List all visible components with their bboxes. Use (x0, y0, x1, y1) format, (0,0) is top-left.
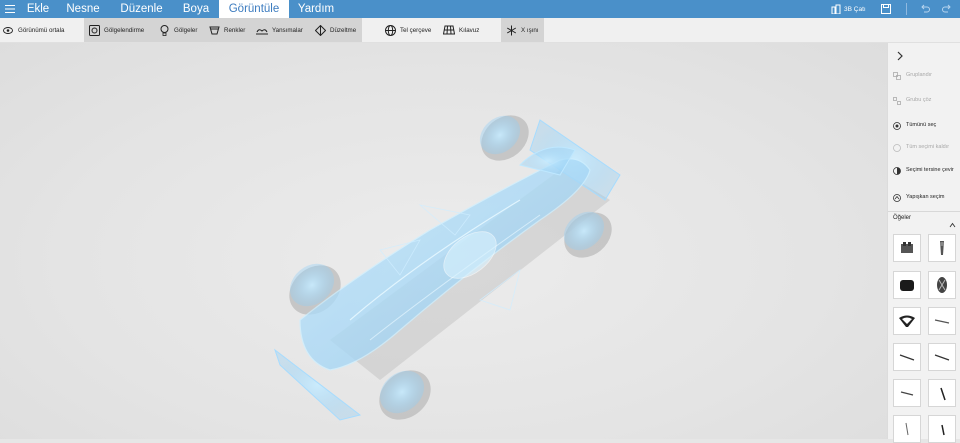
menu-boya[interactable]: Boya (175, 0, 217, 18)
object-thumbnail[interactable] (928, 271, 956, 299)
sticky-selection-button[interactable]: Yapışkan seçim (893, 194, 944, 202)
panel-divider (888, 211, 960, 212)
mode-label: 3B Çatı (844, 5, 866, 13)
shading-icon (88, 24, 100, 36)
colors-button[interactable]: Renkler (208, 18, 245, 42)
shadows-label: Gölgeler (174, 26, 198, 34)
xray-label: X ışını (521, 26, 539, 34)
invert-selection-icon (893, 167, 901, 175)
object-thumbnail[interactable] (893, 343, 921, 371)
chevron-right-icon[interactable] (896, 48, 904, 66)
smoothing-icon (314, 24, 326, 36)
grid-icon (443, 24, 455, 36)
ungroup-button[interactable]: Grubu çöz (893, 97, 931, 105)
center-view-button[interactable]: Görünümü ortala (2, 18, 64, 42)
divider-icon (906, 3, 908, 15)
object-thumbnail[interactable] (893, 271, 921, 299)
deselect-all-label: Tüm seçimi kaldır (906, 144, 950, 150)
eye-icon (2, 24, 14, 36)
lightbulb-icon (158, 24, 170, 36)
select-all-icon (893, 122, 901, 130)
group-label: Gruplandır (906, 72, 932, 78)
xray-group: X ışını (501, 18, 544, 42)
shadows-button[interactable]: Gölgeler (158, 18, 197, 42)
view-toolbar: Görünümü ortala Gölgelendirme Gölgeler R… (0, 18, 960, 43)
group-icon (893, 72, 901, 80)
menu-duzenle[interactable]: Düzenle (114, 0, 169, 18)
smoothing-button[interactable]: Düzeltme (314, 18, 356, 42)
reflections-button[interactable]: Yansımalar (256, 18, 303, 42)
sticky-selection-label: Yapışkan seçim (906, 194, 945, 200)
object-thumbnail[interactable] (893, 234, 921, 262)
group-button[interactable]: Gruplandır (893, 72, 932, 80)
ungroup-label: Grubu çöz (906, 97, 932, 103)
xray-button[interactable]: X ışını (505, 18, 539, 42)
object-thumbnail[interactable] (928, 234, 956, 262)
redo-icon[interactable] (942, 3, 952, 15)
wireframe-label: Tel çerçeve (400, 26, 432, 34)
hamburger-icon[interactable] (0, 0, 20, 18)
guide-label: Kılavuz (459, 26, 480, 34)
object-thumbnail[interactable] (928, 307, 956, 335)
object-thumbnail[interactable] (928, 379, 956, 407)
undo-icon[interactable] (920, 3, 930, 15)
shading-button[interactable]: Gölgelendirme (88, 18, 144, 42)
shading-label: Gölgelendirme (104, 26, 145, 34)
save-icon[interactable] (881, 3, 891, 15)
paint-bucket-icon (208, 24, 220, 36)
select-all-label: Tümünü seç (906, 122, 937, 128)
menu-bar: Ekle Nesne Düzenle Boya Görüntüle Yardım… (0, 0, 960, 18)
menu-yardim[interactable]: Yardım (293, 0, 339, 18)
render-mode-group: Gölgelendirme Gölgeler Renkler Yansımala… (84, 18, 362, 42)
chevron-up-icon[interactable] (949, 215, 956, 233)
menu-goruntule[interactable]: Görüntüle (219, 0, 289, 18)
center-view-label: Görünümü ortala (18, 26, 65, 34)
ungroup-icon (893, 97, 901, 105)
object-thumbnail[interactable] (928, 343, 956, 371)
selection-panel: Gruplandır Grubu çöz Tümünü seç Tüm seçi… (887, 43, 960, 443)
reflection-icon (256, 24, 268, 36)
guide-button[interactable]: Kılavuz (443, 18, 479, 42)
race-car-model[interactable] (0, 43, 887, 439)
smoothing-label: Düzeltme (330, 26, 357, 34)
reflections-label: Yansımalar (272, 26, 303, 34)
3d-viewport[interactable] (0, 43, 887, 439)
deselect-icon (893, 144, 901, 152)
menu-ekle[interactable]: Ekle (21, 0, 55, 18)
menu-nesne[interactable]: Nesne (60, 0, 106, 18)
invert-selection-label: Seçimi tersine çevir (906, 167, 954, 173)
building-icon (831, 4, 841, 14)
sticky-selection-icon (893, 194, 901, 202)
object-thumbnail[interactable] (893, 379, 921, 407)
colors-label: Renkler (224, 26, 246, 34)
objects-header: Öğeler (893, 215, 912, 221)
wireframe-button[interactable]: Tel çerçeve (384, 18, 431, 42)
mode-3d-button[interactable]: 3B Çatı (831, 3, 866, 15)
asterisk-icon (505, 24, 517, 36)
deselect-all-button[interactable]: Tüm seçimi kaldır (893, 144, 957, 152)
object-thumbnail[interactable] (893, 307, 921, 335)
invert-selection-button[interactable]: Seçimi tersine çevir (893, 167, 957, 175)
globe-icon (384, 24, 396, 36)
select-all-button[interactable]: Tümünü seç (893, 122, 936, 130)
